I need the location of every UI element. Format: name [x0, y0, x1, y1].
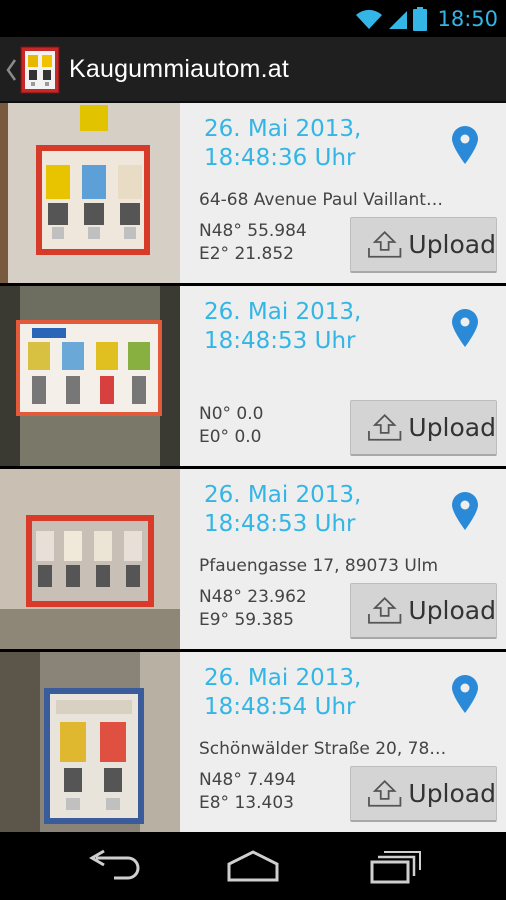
list-item[interactable]: 26. Mai 2013, 18:48:36 Uhr 64-68 Avenue …: [0, 103, 506, 283]
upload-button-label: Upload: [408, 596, 496, 625]
back-icon[interactable]: [84, 848, 144, 884]
entry-longitude: E2° 21.852: [199, 244, 294, 264]
status-time: 18:50: [437, 6, 498, 31]
action-bar: Kaugummiautom.at: [0, 37, 506, 103]
location-pin-icon[interactable]: [451, 308, 479, 348]
entry-list[interactable]: 26. Mai 2013, 18:48:36 Uhr 64-68 Avenue …: [0, 103, 506, 832]
entry-coordinates: N48° 55.984 E2° 21.852: [199, 220, 307, 266]
machine-photo[interactable]: [0, 469, 180, 649]
upload-button-label: Upload: [408, 779, 496, 808]
location-pin-icon[interactable]: [451, 674, 479, 714]
upload-button-label: Upload: [408, 230, 496, 259]
upload-icon: [368, 779, 402, 807]
entry-date: 26. Mai 2013, 18:48:53 Uhr: [204, 482, 362, 537]
navigation-bar: [0, 832, 506, 900]
entry-date: 26. Mai 2013, 18:48:54 Uhr: [204, 665, 362, 720]
entry-address: Schönwälder Straße 20, 78098 Triberg: [199, 739, 449, 759]
app-title: Kaugummiautom.at: [69, 55, 289, 83]
upload-button[interactable]: Upload: [350, 766, 497, 822]
wifi-icon: [356, 9, 383, 29]
machine-photo[interactable]: [0, 286, 180, 466]
home-up-button[interactable]: [0, 37, 64, 103]
upload-icon: [368, 230, 402, 258]
entry-date: 26. Mai 2013, 18:48:36 Uhr: [204, 116, 362, 171]
entry-latitude: N48° 23.962: [199, 587, 307, 607]
upload-button-label: Upload: [408, 413, 496, 442]
upload-button[interactable]: Upload: [350, 400, 497, 456]
entry-coordinates: N48° 7.494 E8° 13.403: [199, 769, 296, 815]
home-icon[interactable]: [223, 848, 283, 884]
entry-longitude: E8° 13.403: [199, 793, 294, 813]
machine-photo[interactable]: [0, 103, 180, 283]
entry-latitude: N0° 0.0: [199, 404, 264, 424]
entry-date: 26. Mai 2013, 18:48:53 Uhr: [204, 299, 362, 354]
list-item[interactable]: 26. Mai 2013, 18:48:53 Uhr N0° 0.0 E0° 0…: [0, 286, 506, 466]
machine-photo[interactable]: [0, 652, 180, 832]
entry-latitude: N48° 55.984: [199, 221, 307, 241]
status-bar: 18:50: [0, 0, 506, 37]
entry-address: 64-68 Avenue Paul Vaillant-Couturier: [199, 190, 449, 210]
upload-button[interactable]: Upload: [350, 217, 497, 273]
recent-apps-icon[interactable]: [364, 848, 424, 884]
status-icons: 18:50: [355, 5, 498, 32]
entry-longitude: E9° 59.385: [199, 610, 294, 630]
battery-icon: [413, 6, 428, 31]
upload-icon: [368, 596, 402, 624]
signal-icon: [389, 10, 408, 29]
entry-longitude: E0° 0.0: [199, 427, 262, 447]
up-caret-icon: [6, 59, 17, 81]
entry-address: Pfauengasse 17, 89073 Ulm: [199, 556, 439, 576]
entry-latitude: N48° 7.494: [199, 770, 296, 790]
entry-coordinates: N48° 23.962 E9° 59.385: [199, 586, 307, 632]
entry-coordinates: N0° 0.0 E0° 0.0: [199, 403, 263, 449]
upload-button[interactable]: Upload: [350, 583, 497, 639]
list-item[interactable]: 26. Mai 2013, 18:48:54 Uhr Schönwälder S…: [0, 652, 506, 832]
location-pin-icon[interactable]: [451, 125, 479, 165]
app-logo-icon: [20, 46, 60, 94]
location-pin-icon[interactable]: [451, 491, 479, 531]
upload-icon: [368, 413, 402, 441]
list-item[interactable]: 26. Mai 2013, 18:48:53 Uhr Pfauengasse 1…: [0, 469, 506, 649]
